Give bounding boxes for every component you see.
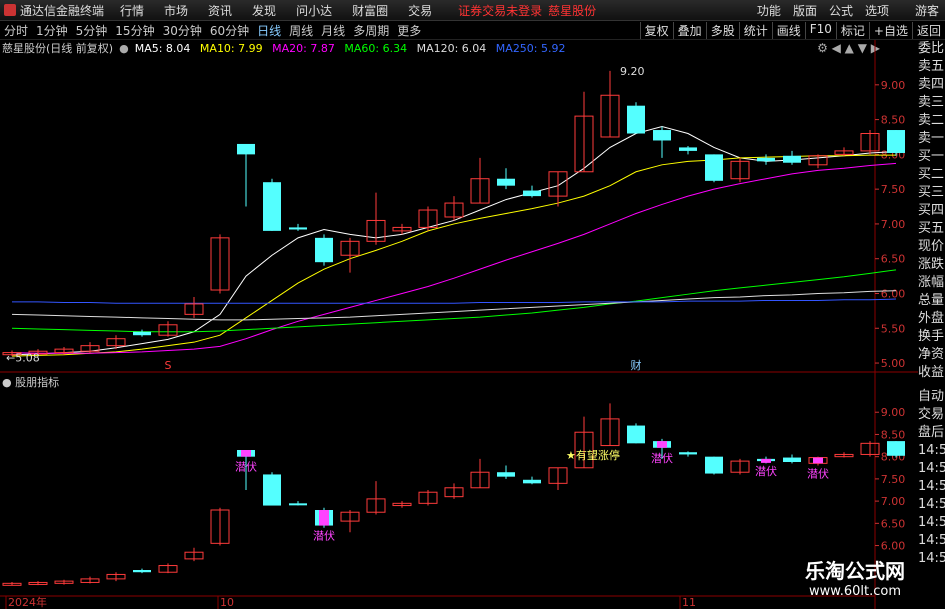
ambush-label: 潜伏 xyxy=(235,460,257,474)
kline-chart[interactable]: 9.008.508.007.507.006.506.005.505.009.00… xyxy=(0,0,918,609)
ambush-marker xyxy=(761,458,771,463)
quote-label-13: 涨幅 xyxy=(918,275,945,290)
ma-line-ma250 xyxy=(12,298,897,304)
high-price-label: 9.20 xyxy=(620,65,645,78)
sub-candle-body xyxy=(497,472,515,477)
quote-label-12: 涨跌 xyxy=(918,257,945,272)
marker-cai: 财 xyxy=(631,358,642,372)
ambush-label: 潜伏 xyxy=(807,466,829,480)
quote-label-18: 收益 xyxy=(918,365,945,380)
watermark-title: 乐淘公式网 xyxy=(805,559,905,583)
sub-axis-label: 7.50 xyxy=(881,473,906,486)
hope-label: ★有望涨停 xyxy=(566,448,620,462)
panel-bottom-8: 14:56 xyxy=(918,533,945,548)
ambush-marker xyxy=(319,510,329,526)
ma-line-ma120 xyxy=(11,290,897,321)
main-axis-label: 6.50 xyxy=(881,253,906,266)
main-axis-label: 7.00 xyxy=(881,218,906,231)
main-candle-body xyxy=(679,147,697,151)
quote-label-11: 现价 xyxy=(918,239,945,254)
sub-indicator-title: ● 股朋指标 xyxy=(2,374,59,390)
panel-bottom-1: 交易 xyxy=(918,407,945,422)
panel-bottom-0: 自动 xyxy=(918,389,945,404)
quote-label-2: 卖四 xyxy=(918,77,945,92)
main-candle-body xyxy=(783,155,801,163)
sub-axis-label: 9.00 xyxy=(881,406,906,419)
sub-axis-label: 6.50 xyxy=(881,517,906,530)
quote-label-15: 外盘 xyxy=(918,311,945,326)
quote-label-6: 买一 xyxy=(918,149,945,164)
main-axis-label: 5.00 xyxy=(881,357,906,370)
main-axis-label: 7.50 xyxy=(881,183,906,196)
main-axis-label: 8.50 xyxy=(881,114,906,127)
main-candle-body xyxy=(315,237,333,263)
main-candle-body xyxy=(497,178,515,186)
sub-candle-body xyxy=(705,456,723,474)
quote-label-16: 换手 xyxy=(918,329,945,344)
main-axis-label: 6.00 xyxy=(881,287,906,300)
sub-candle-body xyxy=(289,503,307,506)
sub-candle-body xyxy=(679,452,697,455)
ambush-label: 潜伏 xyxy=(313,529,335,543)
ma-line-ma20 xyxy=(11,162,897,354)
settings-dot-icon[interactable]: ● xyxy=(2,376,12,389)
sub-candle-body xyxy=(523,479,541,484)
quote-label-14: 总量 xyxy=(918,293,945,308)
sub-candle-body xyxy=(627,425,645,444)
low-price-label: ←5.08 xyxy=(6,351,40,364)
quote-panel: 委比卖五卖四卖三卖二卖一买一买二买三买四买五现价涨跌涨幅总量外盘换手净资收益自动… xyxy=(918,40,945,609)
sub-candle-body xyxy=(783,457,801,462)
main-axis-label: 9.00 xyxy=(881,79,906,92)
sub-axis-label: 7.00 xyxy=(881,495,906,508)
date-label: 11 xyxy=(682,596,696,609)
ambush-marker xyxy=(241,450,251,457)
sub-candle-body xyxy=(887,441,905,456)
main-candle-body xyxy=(133,331,151,336)
ambush-marker xyxy=(813,457,823,464)
main-axis-label: 5.50 xyxy=(881,322,906,335)
quote-label-17: 净资 xyxy=(918,347,945,362)
sub-axis-label: 8.50 xyxy=(881,428,906,441)
main-candle-body xyxy=(705,154,723,181)
quote-label-4: 卖二 xyxy=(918,113,945,128)
panel-bottom-7: 14:56 xyxy=(918,515,945,530)
quote-label-0: 委比 xyxy=(918,41,945,56)
quote-label-8: 买三 xyxy=(918,185,945,200)
main-candle-body xyxy=(887,130,905,153)
sub-candle-body xyxy=(263,474,281,506)
quote-label-10: 买五 xyxy=(918,221,945,236)
sub-axis-label: 6.00 xyxy=(881,540,906,553)
ambush-label: 潜伏 xyxy=(651,451,673,465)
quote-label-7: 买二 xyxy=(918,167,945,182)
main-candle-body xyxy=(237,143,255,155)
panel-bottom-2: 盘后 xyxy=(918,425,945,440)
main-candle-body xyxy=(757,157,775,162)
main-candle-body xyxy=(627,105,645,134)
date-label: 10 xyxy=(220,596,234,609)
watermark: 乐淘公式网 www.60lt.com xyxy=(780,555,930,599)
panel-bottom-4: 14:56 xyxy=(918,461,945,476)
panel-bottom-3: 14:56 xyxy=(918,443,945,458)
date-label: 2024年 xyxy=(8,595,47,609)
sub-candle-body xyxy=(133,570,151,573)
main-candle-body xyxy=(263,182,281,231)
quote-label-5: 卖一 xyxy=(918,131,945,146)
main-candle-body xyxy=(523,190,541,197)
quote-label-3: 卖三 xyxy=(918,95,945,110)
sub-indicator-label: 股朋指标 xyxy=(15,376,60,389)
panel-bottom-6: 14:56 xyxy=(918,497,945,512)
ambush-label: 潜伏 xyxy=(755,464,777,478)
ma-line-ma10 xyxy=(11,154,896,357)
quote-label-9: 买四 xyxy=(918,203,945,218)
ambush-marker xyxy=(657,441,667,448)
panel-bottom-5: 14:56 xyxy=(918,479,945,494)
quote-label-1: 卖五 xyxy=(918,59,945,74)
marker-s: S xyxy=(165,359,172,372)
main-candle-body xyxy=(289,227,307,230)
watermark-url: www.60lt.com xyxy=(809,584,901,599)
main-candle-body xyxy=(653,130,671,141)
